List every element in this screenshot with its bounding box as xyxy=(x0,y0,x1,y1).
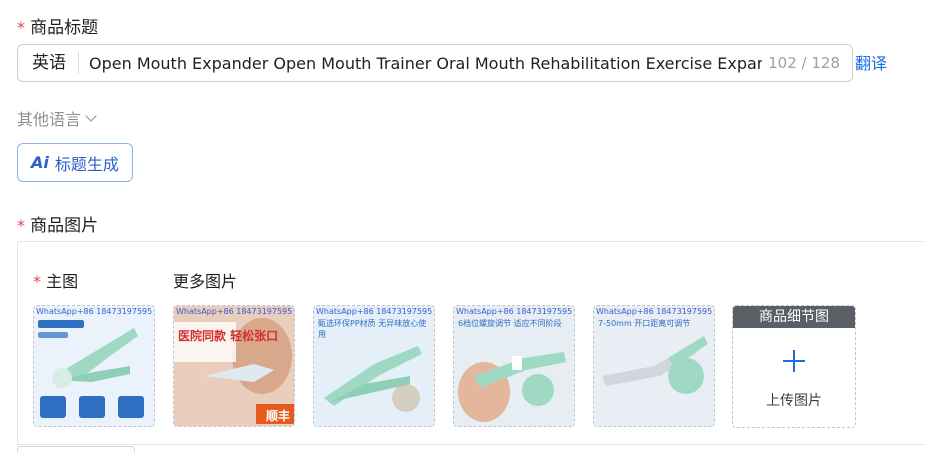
ai-button-label: 标题生成 xyxy=(54,154,119,174)
ai-title-generate-button[interactable]: Ai 标题生成 xyxy=(17,143,133,182)
upload-image-tile[interactable]: 商品细节图 上传图片 xyxy=(732,305,856,428)
thumbnail-badge: 顺丰 xyxy=(266,409,291,423)
more-image-thumbnail[interactable]: 医院同款 轻松张口 顺丰 WhatsApp+86 18473197595 xyxy=(173,305,295,427)
title-section-label: * 商品标题 xyxy=(17,13,98,38)
title-text[interactable]: Open Mouth Expander Open Mouth Trainer O… xyxy=(79,54,762,73)
other-languages-label: 其他语言 xyxy=(17,110,82,129)
language-prefix[interactable]: 英语 xyxy=(18,52,79,74)
title-label: 商品标题 xyxy=(30,18,99,38)
more-image-thumbnail[interactable]: 7-50mm 开口距离可调节 WhatsApp+86 18473197595 xyxy=(593,305,715,427)
thumbnail-caption: 6档位螺旋调节 适应不同阶段 xyxy=(458,319,562,328)
images-label: 商品图片 xyxy=(30,216,99,236)
plus-icon xyxy=(783,350,805,372)
more-image-thumbnail[interactable]: 6档位螺旋调节 适应不同阶段 WhatsApp+86 18473197595 xyxy=(453,305,575,427)
thumbnail-watermark: WhatsApp+86 18473197595 xyxy=(176,307,293,316)
thumbnail-caption: 医院同款 轻松张口 xyxy=(178,329,279,343)
more-images-label: 更多图片 xyxy=(173,272,238,291)
required-mark: * xyxy=(17,18,25,37)
images-section-label: * 商品图片 xyxy=(17,211,98,236)
translate-link[interactable]: 翻译 xyxy=(855,50,887,74)
thumbnail-watermark: WhatsApp+86 18473197595 xyxy=(596,307,713,316)
thumbnail-caption: 甄选环保PP材质 无异味放心使用 xyxy=(318,319,427,339)
thumbnail-watermark: WhatsApp+86 18473197595 xyxy=(456,307,573,316)
main-image-thumbnail[interactable]: WhatsApp+86 18473197595 xyxy=(33,305,155,427)
thumbnail-watermark: WhatsApp+86 18473197595 xyxy=(316,307,433,316)
upload-image-label: 上传图片 xyxy=(766,393,822,409)
more-image-thumbnail[interactable]: 甄选环保PP材质 无异味放心使用 WhatsApp+86 18473197595 xyxy=(313,305,435,427)
thumbnail-watermark: WhatsApp+86 18473197595 xyxy=(36,307,153,316)
upload-tile-header: 商品细节图 xyxy=(733,306,855,328)
chevron-down-icon xyxy=(85,110,97,122)
required-mark: * xyxy=(17,216,25,235)
title-input[interactable]: 英语 Open Mouth Expander Open Mouth Traine… xyxy=(17,44,853,82)
ai-icon: Ai xyxy=(31,153,49,172)
character-counter: 102 / 128 xyxy=(762,54,852,72)
thumbnail-caption: 7-50mm 开口距离可调节 xyxy=(598,319,691,328)
other-languages-toggle[interactable]: 其他语言 xyxy=(17,106,97,130)
partial-button-edge xyxy=(17,446,135,452)
main-image-label: * 主图 xyxy=(33,272,79,291)
product-image xyxy=(34,306,154,426)
